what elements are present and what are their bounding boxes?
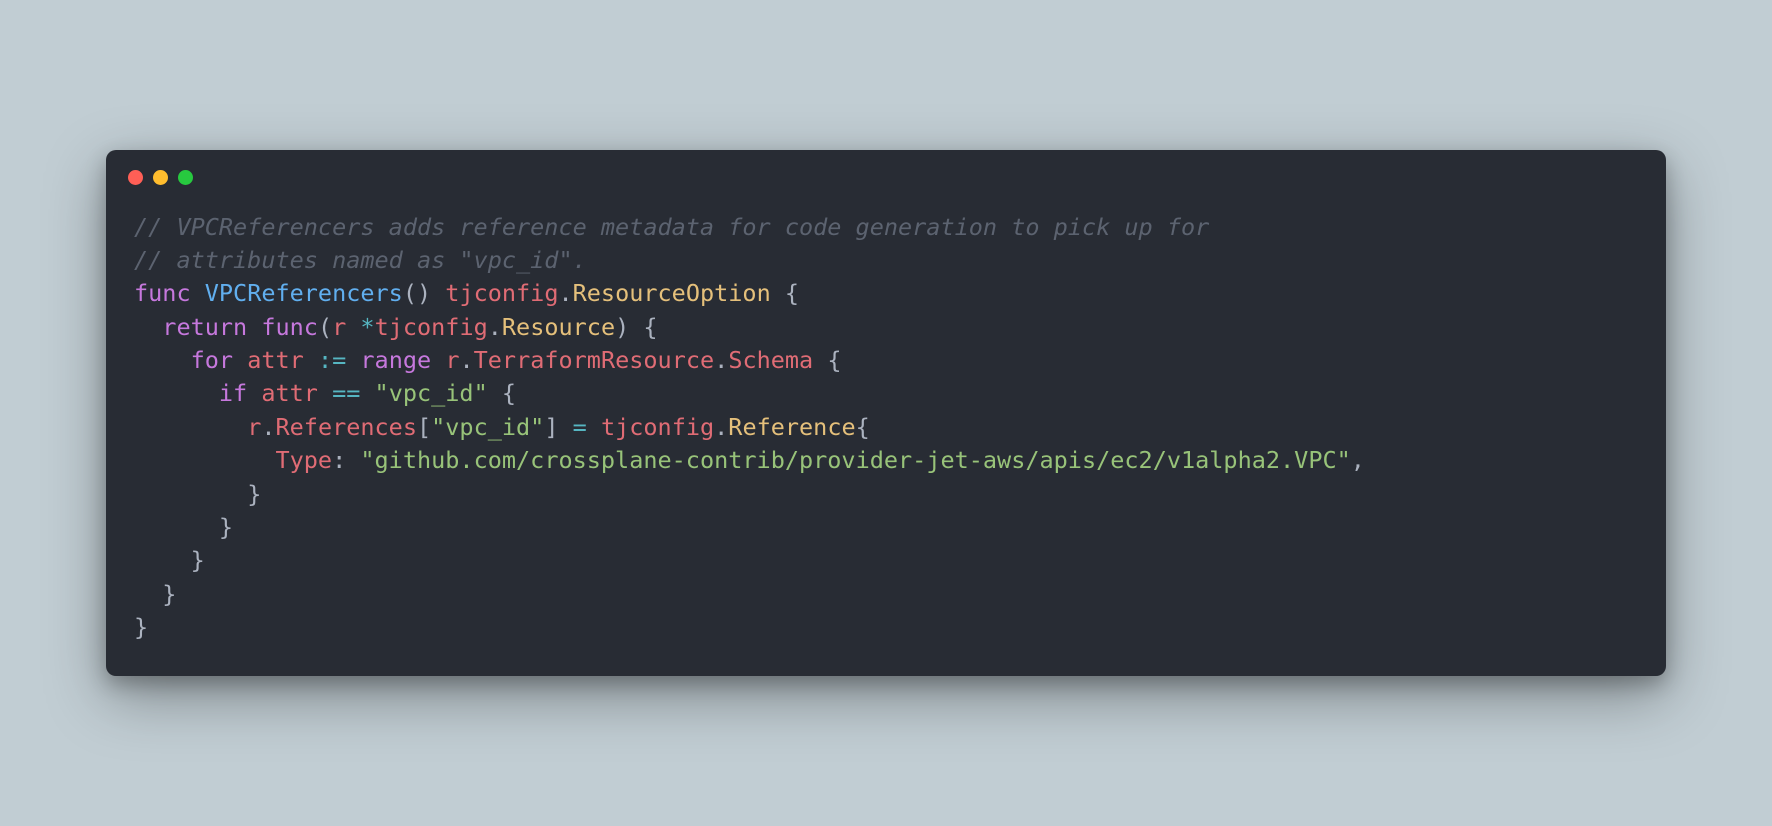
punct: { [856,413,870,441]
punct: { [502,379,516,407]
op: * [360,313,374,341]
punct: } [219,513,233,541]
punct: ) [615,313,629,341]
keyword-return: return [162,313,247,341]
keyword-func: func [134,279,191,307]
type: Resource [502,313,615,341]
string: "vpc_id" [375,379,488,407]
punct: . [488,313,502,341]
window-titlebar [106,150,1666,201]
keyword-for: for [191,346,233,374]
pkg: tjconfig [375,313,488,341]
punct: { [785,279,799,307]
minimize-icon[interactable] [153,170,168,185]
punct: { [643,313,657,341]
var: r [247,413,261,441]
punct: . [714,413,728,441]
type: Reference [728,413,855,441]
code-window: // VPCReferencers adds reference metadat… [106,150,1666,677]
pkg: tjconfig [601,413,714,441]
code-comment: // VPCReferencers adds reference metadat… [134,213,1209,241]
op: == [332,379,360,407]
var: attr [261,379,318,407]
maximize-icon[interactable] [178,170,193,185]
field: References [276,413,417,441]
punct: ( [403,279,417,307]
code-comment: // attributes named as "vpc_id". [134,246,587,274]
punct: . [558,279,572,307]
pkg: tjconfig [445,279,558,307]
field: Type [275,446,332,474]
string: "vpc_id" [431,413,544,441]
keyword-func: func [261,313,318,341]
field: TerraformResource [474,346,715,374]
close-icon[interactable] [128,170,143,185]
punct: , [1351,446,1365,474]
punct: ( [318,313,332,341]
var: attr [247,346,304,374]
keyword-range: range [360,346,431,374]
punct: ) [417,279,431,307]
keyword-if: if [219,379,247,407]
punct: } [134,613,148,641]
punct: . [261,413,275,441]
punct: . [459,346,473,374]
op: := [318,346,346,374]
punct: [ [417,413,431,441]
func-name: VPCReferencers [205,279,403,307]
code-block: // VPCReferencers adds reference metadat… [106,201,1666,653]
op: = [573,413,587,441]
punct: } [191,546,205,574]
punct: } [162,580,176,608]
param: r [332,313,346,341]
type: ResourceOption [573,279,771,307]
punct: . [714,346,728,374]
punct: ] [544,413,558,441]
punct: : [332,446,346,474]
punct: } [247,480,261,508]
var: r [445,346,459,374]
punct: { [827,346,841,374]
field: Schema [728,346,813,374]
string: "github.com/crossplane-contrib/provider-… [360,446,1350,474]
